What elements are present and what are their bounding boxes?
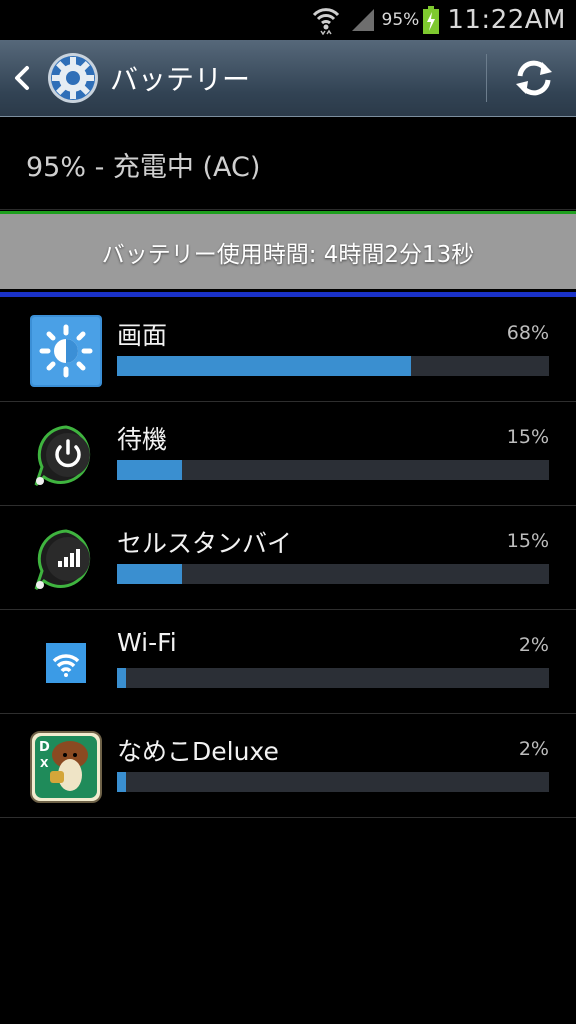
charge-status-text: 95% - 充電中 (AC) xyxy=(26,152,261,183)
power-standby-icon xyxy=(34,425,91,487)
svg-text:D: D xyxy=(39,740,50,755)
page-title: バッテリー xyxy=(110,63,251,96)
wifi-icon xyxy=(46,643,86,683)
item-label: なめこDeluxe xyxy=(117,737,279,766)
screen-brightness-icon xyxy=(30,315,102,387)
battery-charging-icon xyxy=(423,6,440,34)
clock: 11:22AM xyxy=(447,5,566,35)
item-percent: 15% xyxy=(506,426,549,448)
item-percent: 68% xyxy=(506,322,549,344)
wifi-icon xyxy=(312,8,339,35)
settings-gear-icon xyxy=(48,53,98,103)
charge-status-row: 95% - 充電中 (AC) xyxy=(0,117,576,210)
list-item-cell-standby[interactable]: セルスタンバイ 15% xyxy=(0,506,576,610)
refresh-button[interactable] xyxy=(496,40,572,116)
refresh-icon xyxy=(516,60,552,96)
usage-bar xyxy=(117,356,549,376)
list-item-wifi[interactable]: Wi-Fi 2% xyxy=(0,610,576,714)
item-label: セルスタンバイ xyxy=(117,529,293,558)
usage-bar xyxy=(117,460,549,480)
usage-bar-fill xyxy=(117,668,126,688)
svg-text:X: X xyxy=(40,757,49,770)
action-bar-divider xyxy=(486,54,487,102)
usage-bar-fill xyxy=(117,460,182,480)
cell-signal-icon xyxy=(34,529,91,591)
usage-bar-fill xyxy=(117,356,411,376)
usage-bar xyxy=(117,668,549,688)
back-button[interactable] xyxy=(4,40,40,116)
list-item-standby[interactable]: 待機 15% xyxy=(0,402,576,506)
banner-accent-line xyxy=(0,292,576,297)
battery-percent: 95% xyxy=(381,10,420,30)
usage-bar-fill xyxy=(117,564,182,584)
battery-usage-list: 画面 68% 待機 15% セルスタンバイ 15% Wi-Fi 2% D X な… xyxy=(0,298,576,818)
battery-usage-time-text: バッテリー使用時間: 4時間2分13秒 xyxy=(101,241,475,268)
signal-icon xyxy=(351,9,374,31)
item-percent: 2% xyxy=(518,738,549,760)
item-percent: 2% xyxy=(518,634,549,656)
usage-bar-fill xyxy=(117,772,126,792)
usage-bar xyxy=(117,564,549,584)
usage-bar xyxy=(117,772,549,792)
item-label: Wi-Fi xyxy=(117,628,177,657)
list-item-screen[interactable]: 画面 68% xyxy=(0,298,576,402)
item-label: 画面 xyxy=(117,321,168,350)
item-label: 待機 xyxy=(117,425,168,454)
nameko-app-icon: D X xyxy=(30,731,102,803)
chevron-left-icon xyxy=(15,66,29,90)
item-percent: 15% xyxy=(506,530,549,552)
list-item-nameko-deluxe[interactable]: D X なめこDeluxe 2% xyxy=(0,714,576,818)
battery-usage-time-banner[interactable]: バッテリー使用時間: 4時間2分13秒 xyxy=(0,211,576,289)
status-bar: 95% 11:22AM xyxy=(0,0,576,40)
action-bar: バッテリー xyxy=(0,40,576,117)
